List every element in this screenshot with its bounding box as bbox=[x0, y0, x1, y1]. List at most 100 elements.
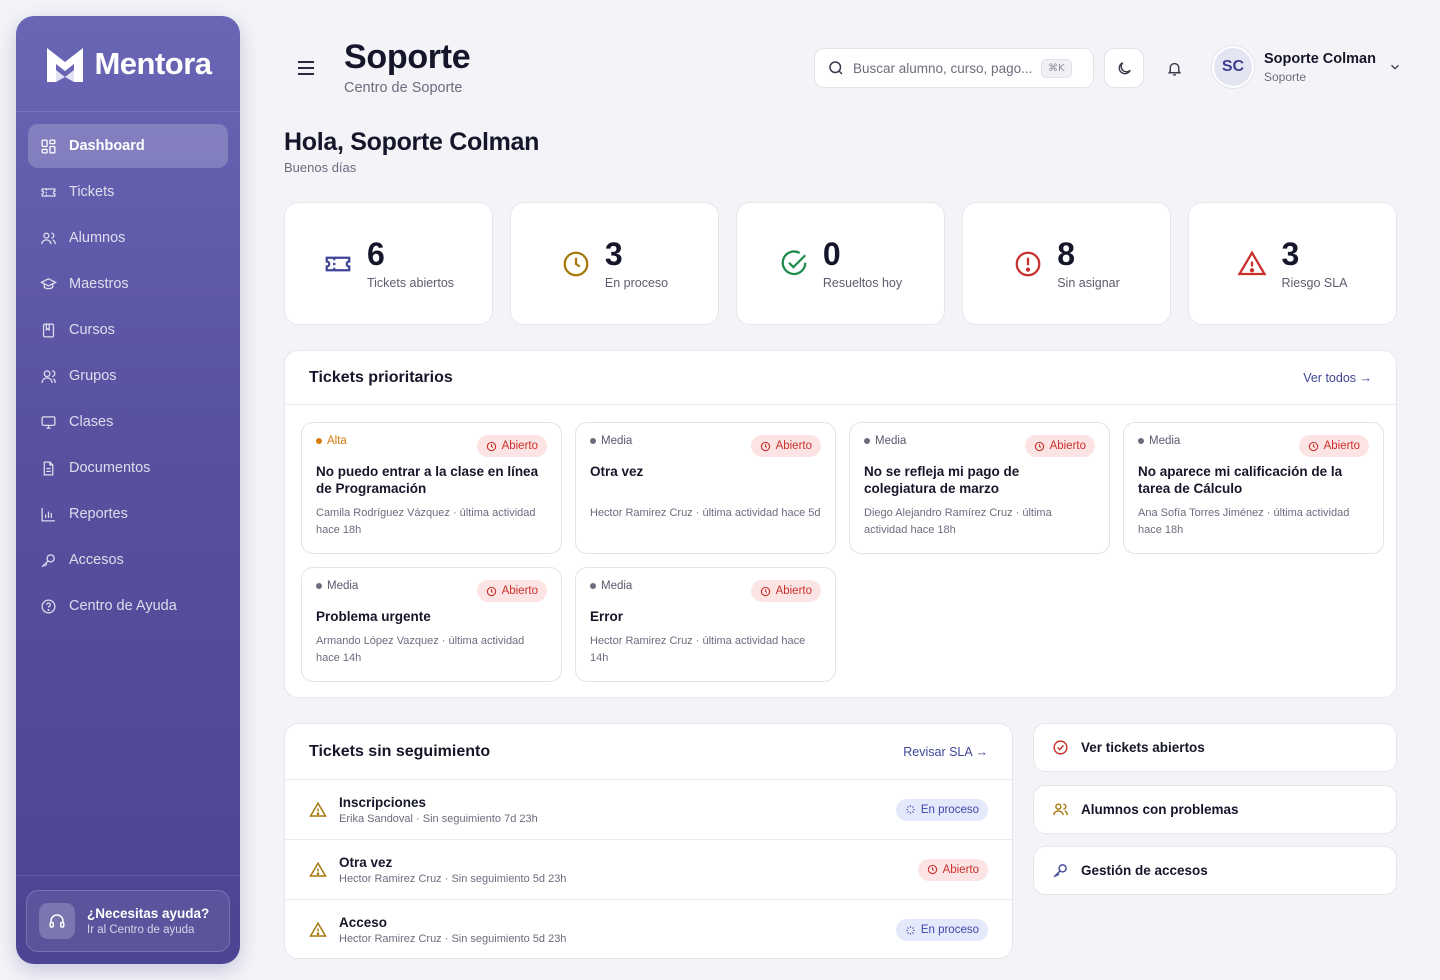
sidebar-item-grupos[interactable]: Grupos bbox=[28, 354, 228, 398]
ticket-meta: Ana Sofía Torres Jiménez · última activi… bbox=[1138, 507, 1350, 536]
ticket-meta: Diego Alejandro Ramírez Cruz · última ac… bbox=[864, 507, 1052, 536]
stat-card-resueltos-hoy[interactable]: 0 Resueltos hoy bbox=[736, 202, 945, 325]
menu-toggle-button[interactable] bbox=[294, 58, 318, 78]
view-all-link[interactable]: Ver todos → bbox=[1303, 371, 1372, 385]
followup-row[interactable]: Otra vez Hector Ramirez Cruz · Sin seguim… bbox=[285, 840, 1012, 900]
sidebar-item-label: Maestros bbox=[69, 276, 129, 292]
sidebar-item-reportes[interactable]: Reportes bbox=[28, 492, 228, 536]
clock-icon bbox=[927, 864, 937, 875]
followup-row[interactable]: Inscripciones Erika Sandoval · Sin seguim… bbox=[285, 780, 1012, 840]
priority-tickets-panel: Tickets prioritarios Ver todos → Alta Ab… bbox=[284, 350, 1397, 698]
ticket-icon bbox=[41, 187, 56, 197]
clock-icon bbox=[563, 251, 589, 276]
ticket-meta: Camila Rodríguez Vázquez · última activi… bbox=[316, 507, 536, 536]
bell-icon bbox=[1167, 62, 1181, 76]
followup-tickets-panel: Tickets sin seguimiento Revisar SLA → In… bbox=[284, 723, 1013, 959]
help-circle-icon bbox=[41, 598, 56, 614]
document-icon bbox=[43, 460, 54, 476]
search-icon bbox=[829, 61, 843, 75]
brand-name: Mentora bbox=[94, 45, 212, 81]
ticket-title: Otra vez bbox=[590, 464, 644, 479]
ticket-title: No aparece mi calificación de la tarea d… bbox=[1138, 464, 1343, 496]
stat-value: 0 bbox=[822, 235, 841, 272]
brand[interactable]: Mentora bbox=[16, 16, 240, 112]
theme-toggle-button[interactable] bbox=[1104, 48, 1144, 88]
status-badge: Abierto bbox=[476, 580, 547, 602]
followup-title: Acceso bbox=[339, 915, 388, 930]
stat-card-tickets-abiertos[interactable]: 6 Tickets abiertos bbox=[284, 202, 493, 325]
sidebar-item-accesos[interactable]: Accesos bbox=[28, 538, 228, 582]
graduation-cap-icon bbox=[40, 277, 57, 289]
ticket-card[interactable]: Media Abierto Error Hector Ramirez Cruz … bbox=[575, 567, 836, 682]
clock-icon bbox=[486, 441, 496, 451]
warning-triangle-icon bbox=[309, 861, 327, 877]
ticket-title: No se refleja mi pago de colegiatura de … bbox=[864, 464, 1020, 496]
sidebar-item-label: Accesos bbox=[69, 552, 124, 568]
sidebar-item-alumnos[interactable]: Alumnos bbox=[28, 216, 228, 260]
ticket-card[interactable]: Media Abierto Otra vez Hector Ramirez Cr… bbox=[575, 422, 836, 554]
ticket-card[interactable]: Media Abierto No se refleja mi pago de c… bbox=[849, 422, 1110, 554]
key-icon bbox=[1053, 864, 1067, 878]
sidebar-item-label: Clases bbox=[69, 414, 114, 430]
status-badge: Abierto bbox=[750, 580, 821, 602]
quick-action-access-management[interactable]: Gestión de accesos bbox=[1033, 846, 1397, 895]
help-card[interactable]: ¿Necesitas ayuda? Ir al Centro de ayuda bbox=[26, 890, 230, 952]
mentora-logo-icon bbox=[47, 47, 84, 82]
sidebar-item-label: Centro de Ayuda bbox=[69, 598, 177, 614]
followup-row[interactable]: Acceso Hector Ramirez Cruz · Sin seguimie… bbox=[285, 900, 1012, 960]
followup-sub: Hector Ramirez Cruz · Sin seguimiento 5d… bbox=[339, 872, 567, 885]
followup-sub: Hector Ramirez Cruz · Sin seguimiento 5d… bbox=[339, 933, 567, 945]
moon-icon bbox=[1118, 61, 1131, 74]
review-sla-link[interactable]: Revisar SLA → bbox=[903, 745, 988, 759]
greeting-subtitle: Buenos días bbox=[284, 160, 357, 175]
check-circle-icon bbox=[781, 249, 807, 275]
sidebar-item-centro-de-ayuda[interactable]: Centro de Ayuda bbox=[28, 584, 228, 628]
search-box[interactable]: ⌘K bbox=[814, 48, 1094, 88]
sidebar-item-clases[interactable]: Clases bbox=[28, 400, 228, 444]
user-role: Soporte bbox=[1264, 69, 1307, 84]
sidebar-item-label: Grupos bbox=[69, 368, 117, 384]
stat-label: Sin asignar bbox=[1057, 275, 1120, 290]
stat-card-riesgo-sla[interactable]: 3 Riesgo SLA bbox=[1188, 202, 1397, 325]
clock-icon bbox=[486, 586, 496, 596]
sidebar-item-maestros[interactable]: Maestros bbox=[28, 262, 228, 306]
status-badge: Abierto bbox=[1024, 435, 1095, 457]
sidebar-divider bbox=[16, 875, 240, 876]
ticket-meta: Hector Ramirez Cruz · última actividad h… bbox=[590, 635, 806, 664]
ticket-card[interactable]: Media Abierto No aparece mi calificación… bbox=[1123, 422, 1384, 554]
panel-title: Tickets sin seguimiento bbox=[309, 742, 491, 760]
alert-circle-icon bbox=[1015, 251, 1041, 276]
clock-icon bbox=[1308, 441, 1318, 451]
check-circle-icon bbox=[1053, 740, 1068, 755]
warning-triangle-icon bbox=[1238, 250, 1267, 275]
quick-action-label: Alumnos con problemas bbox=[1081, 802, 1239, 817]
user-menu[interactable]: SC Soporte Colman Soporte bbox=[1212, 46, 1402, 88]
headset-icon bbox=[39, 903, 75, 939]
ticket-grid: Alta Abierto No puedo entrar a la clase … bbox=[301, 422, 1384, 682]
book-icon bbox=[42, 322, 55, 338]
spinner-icon bbox=[906, 925, 915, 935]
ticket-card[interactable]: Alta Abierto No puedo entrar a la clase … bbox=[301, 422, 562, 554]
help-subtitle: Ir al Centro de ayuda bbox=[87, 924, 195, 936]
sidebar-item-tickets[interactable]: Tickets bbox=[28, 170, 228, 214]
stat-card-en-proceso[interactable]: 3 En proceso bbox=[510, 202, 719, 325]
status-badge: En proceso bbox=[895, 798, 988, 821]
user-name: Soporte Colman bbox=[1264, 50, 1376, 67]
ticket-title: Error bbox=[590, 609, 624, 624]
quick-action-students-problems[interactable]: Alumnos con problemas bbox=[1033, 785, 1397, 834]
search-input[interactable] bbox=[853, 60, 1033, 76]
page-subtitle: Centro de Soporte bbox=[344, 80, 463, 96]
stat-card-sin-asignar[interactable]: 8 Sin asignar bbox=[962, 202, 1171, 325]
sidebar-item-cursos[interactable]: Cursos bbox=[28, 308, 228, 352]
hamburger-icon bbox=[298, 61, 314, 75]
sidebar-item-dashboard[interactable]: Dashboard bbox=[28, 124, 228, 168]
quick-action-open-tickets[interactable]: Ver tickets abiertos bbox=[1033, 723, 1397, 772]
notifications-button[interactable] bbox=[1160, 54, 1188, 82]
ticket-card[interactable]: Media Abierto Problema urgente Armando L… bbox=[301, 567, 562, 682]
sidebar-item-label: Tickets bbox=[69, 184, 115, 200]
status-badge: En proceso bbox=[895, 919, 988, 941]
page-title: Soporte bbox=[344, 38, 471, 76]
sidebar-item-label: Reportes bbox=[69, 506, 128, 522]
sidebar-item-documentos[interactable]: Documentos bbox=[28, 446, 228, 490]
followup-title: Otra vez bbox=[339, 854, 393, 870]
